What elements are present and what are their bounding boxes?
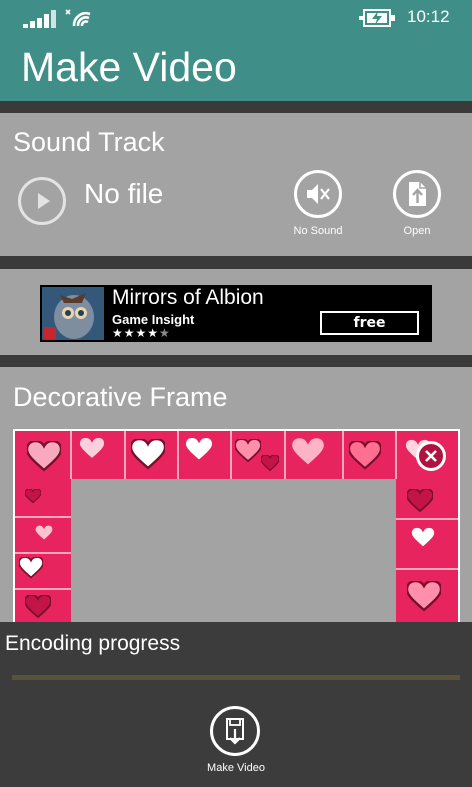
status-bar: 10:12 — [0, 6, 472, 28]
play-icon — [38, 193, 50, 209]
mute-icon — [307, 184, 330, 204]
remove-frame-button[interactable] — [416, 441, 446, 471]
status-time: 10:12 — [407, 7, 450, 26]
decorative-frame-title: Decorative Frame — [13, 382, 228, 412]
sound-file-label: No file — [84, 178, 164, 209]
ad-panel: Mirrors of Albion Game Insight ★★★★★ fre… — [0, 269, 472, 355]
open-file-icon — [409, 182, 426, 206]
decorative-frame-panel: Decorative Frame — [0, 367, 472, 632]
ad-title: Mirrors of Albion — [112, 286, 264, 309]
page-title: Make Video — [21, 44, 237, 90]
sound-track-title: Sound Track — [13, 127, 165, 157]
heart-frame-image — [13, 429, 460, 632]
bottom-app-bar: Encoding progress Make Video — [0, 622, 472, 787]
open-button[interactable] — [393, 170, 441, 218]
make-video-label: Make Video — [207, 762, 265, 774]
ad-banner[interactable]: Mirrors of Albion Game Insight ★★★★★ fre… — [40, 285, 432, 342]
open-label: Open — [403, 225, 431, 237]
encoding-progress-bar — [12, 675, 460, 680]
encoding-progress-label: Encoding progress — [5, 632, 181, 655]
battery-charging-icon — [359, 9, 395, 27]
make-video-button[interactable] — [210, 706, 260, 756]
ad-rating-stars: ★★★★★ — [112, 326, 171, 340]
no-sound-label: No Sound — [293, 225, 343, 237]
sound-track-panel: Sound Track No file No Sound Open — [0, 113, 472, 256]
ad-publisher: Game Insight — [112, 312, 195, 327]
ad-free-button[interactable]: free — [320, 311, 419, 335]
no-sound-button[interactable] — [294, 170, 342, 218]
wifi-icon — [65, 9, 91, 27]
ad-game-thumbnail — [42, 287, 104, 340]
save-video-icon — [226, 718, 244, 745]
app-header: 10:12 Make Video — [0, 0, 472, 101]
frame-preview[interactable] — [13, 429, 460, 632]
signal-icon — [23, 10, 56, 28]
play-button[interactable] — [18, 177, 66, 225]
close-icon — [419, 444, 443, 468]
